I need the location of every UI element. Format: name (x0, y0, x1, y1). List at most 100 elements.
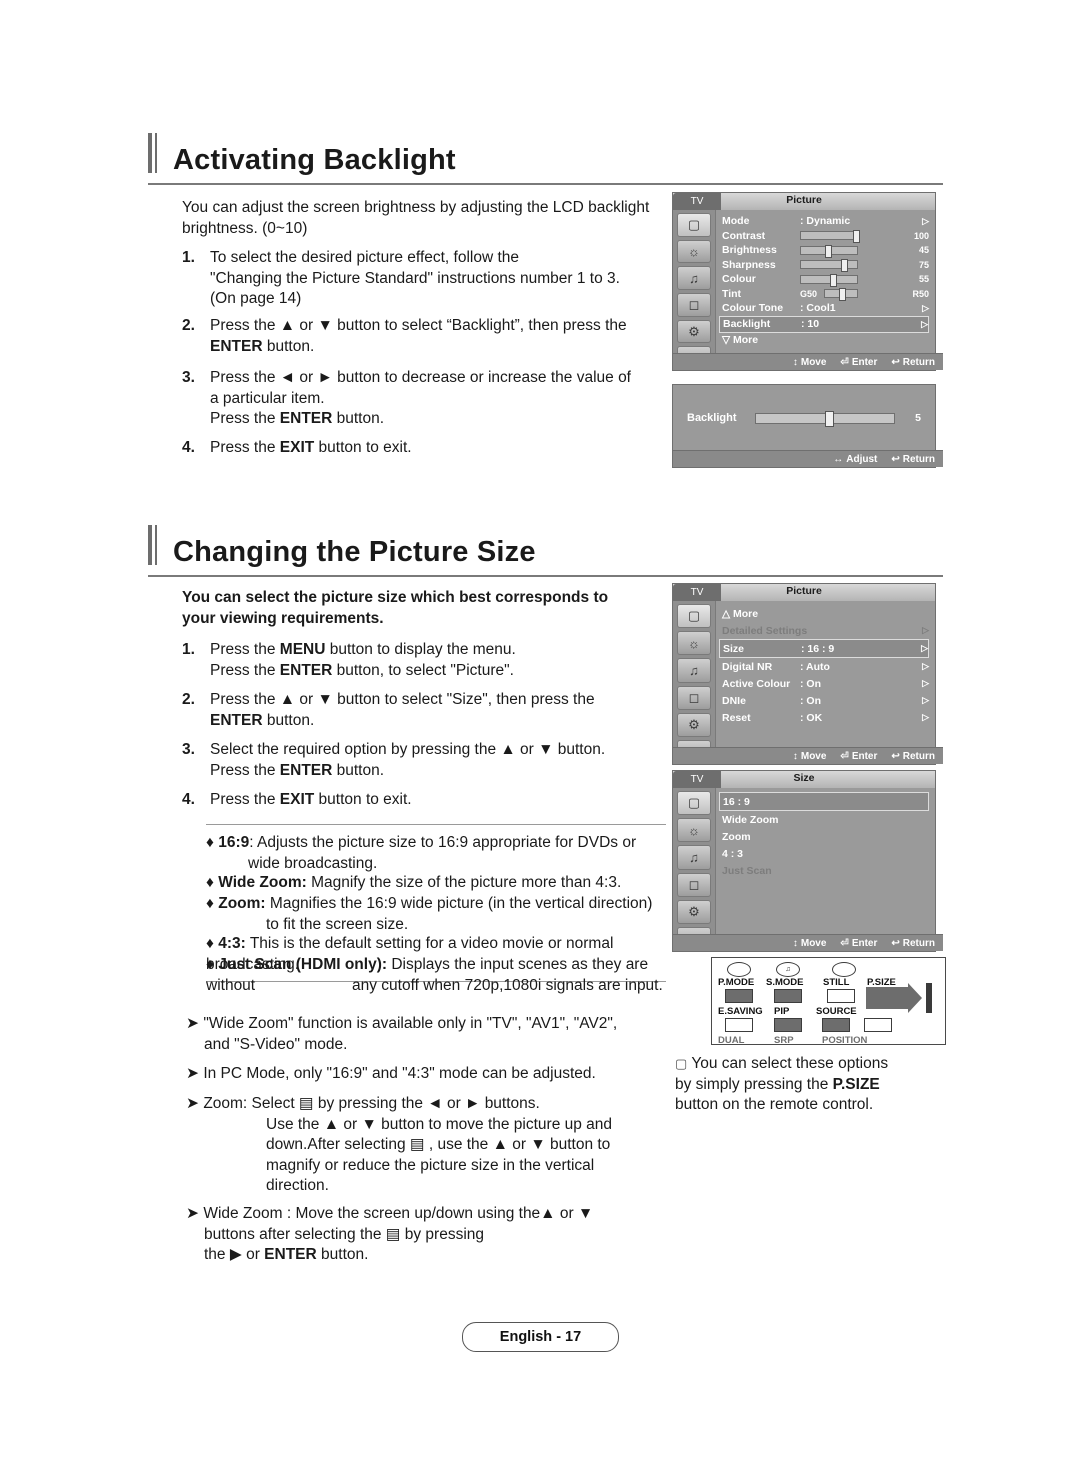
label-source: SOURCE (816, 1006, 857, 1017)
option-desc: Magnify the size of the picture more tha… (311, 874, 622, 891)
osd-foot-enter: ⏎ Enter (840, 938, 877, 949)
osd-row-bar[interactable] (800, 230, 860, 244)
setup-icon[interactable]: ⚙ (677, 319, 711, 344)
picture-icon[interactable]: ☼ (677, 631, 711, 656)
osd-foot-label: Move (800, 356, 827, 368)
osd-size-menu[interactable]: TV Size ▢ ☼ ♫ ◻ ⚙ ↹ 16 : 9 Wide Zoom Zoo (672, 770, 943, 952)
slider-track[interactable] (755, 410, 895, 427)
osd-size-option-16-9[interactable]: 16 : 9 (719, 792, 929, 811)
slider-thumb[interactable] (825, 410, 834, 427)
osd-row-reset[interactable]: Reset : OK ▷ (722, 709, 929, 726)
osd-row-label: Mode (722, 215, 750, 228)
note-pc-mode: ➤ In PC Mode, only "16:9" and "4:3" mode… (186, 1064, 666, 1085)
osd-row-bar[interactable] (800, 244, 858, 258)
osd-rows[interactable]: 16 : 9 Wide Zoom Zoom 4 : 3 Just Scan (716, 788, 935, 951)
osd-foot-enter: ⏎ Enter (840, 357, 877, 368)
osd-row-colour[interactable]: Colour 55 (722, 272, 929, 287)
osd-row-sharpness[interactable]: Sharpness 75 (722, 258, 929, 273)
osd-row-colour-tone[interactable]: Colour Tone : Cool1 ▷ (722, 301, 929, 316)
remote-top-button-2: ♫ (776, 962, 800, 977)
step-number: 1. (182, 249, 195, 266)
step-line: To select the desired picture effect, fo… (210, 249, 520, 266)
tv-icon[interactable]: ▢ (677, 791, 711, 816)
setup-icon[interactable]: ⚙ (677, 899, 711, 924)
osd-row-contrast[interactable]: Contrast 100 (722, 229, 929, 244)
remote-top-button-3 (832, 962, 856, 977)
osd-picture-menu-2[interactable]: TV Picture ▢ ☼ ♫ ◻ ⚙ ↹ △ More Detailed S… (672, 583, 943, 765)
tv-icon[interactable]: ▢ (677, 604, 711, 629)
key-source (822, 1018, 850, 1032)
osd-row-value: : On (800, 677, 821, 690)
osd-row-value: : OK (800, 711, 823, 724)
option-16-9-cont: wide broadcasting. (248, 855, 378, 872)
sound-icon[interactable]: ♫ (677, 266, 711, 291)
osd-row-dnie[interactable]: DNIe : On ▷ (722, 692, 929, 709)
osd-row-size[interactable]: Size : 16 : 9 ▷ (719, 639, 929, 658)
osd-row-value: : Auto (800, 660, 830, 673)
osd-backlight-slider[interactable]: Backlight 5 ↔ Adjust ↩ Return (672, 384, 943, 468)
heading-rule (148, 183, 943, 185)
osd-icon-rail[interactable]: ▢ ☼ ♫ ◻ ⚙ ↹ (673, 601, 716, 765)
adjust-icon: ↔ (833, 453, 844, 465)
osd-row-brightness[interactable]: Brightness 45 (722, 243, 929, 258)
channel-icon[interactable]: ◻ (677, 872, 711, 897)
channel-icon[interactable]: ◻ (677, 293, 711, 317)
step-line: (On page 14) (210, 290, 302, 307)
label-position: POSITION (822, 1035, 868, 1046)
arrow-bullet-icon: ➤ (186, 1205, 199, 1222)
osd-row-bar[interactable] (800, 259, 858, 273)
label-e-saving: E.SAVING (718, 1006, 763, 1017)
osd-row-label: Sharpness (722, 258, 776, 271)
osd-icon-rail[interactable]: ▢ ☼ ♫ ◻ ⚙ ↹ (673, 210, 716, 371)
enter-icon: ⏎ (840, 937, 849, 949)
option-term: 16:9 (218, 834, 250, 851)
note-icon: ▢ (675, 1056, 688, 1071)
option-term: 4:3: (218, 935, 246, 952)
intro-paragraph-2: You can select the picture size which be… (182, 588, 652, 629)
osd-size-option-4-3[interactable]: 4 : 3 (722, 845, 929, 862)
picture-icon[interactable]: ☼ (677, 239, 711, 264)
remote-note-line: You can select these options (691, 1055, 889, 1072)
osd-row-more[interactable]: △ More (722, 605, 929, 622)
osd-foot-label: Return (902, 356, 935, 368)
step-number: 2. (182, 691, 195, 708)
osd-size-option-wide-zoom[interactable]: Wide Zoom (722, 811, 929, 828)
heading-accent-bar (148, 133, 157, 173)
osd-body: ▢ ☼ ♫ ◻ ⚙ ↹ 16 : 9 Wide Zoom Zoom 4 : 3 (673, 788, 935, 952)
option-desc: Adjusts the picture size to 16:9 appropr… (257, 834, 637, 851)
osd-row-backlight[interactable]: Backlight : 10 ▷ (719, 315, 929, 333)
option-zoom: ♦ Zoom: Magnifies the 16:9 wide picture … (206, 894, 684, 915)
osd-picture-menu-1[interactable]: TV Picture ▢ ☼ ♫ ◻ ⚙ ↹ Mode : Dynamic ▷ … (672, 192, 943, 371)
remote-note: ▢ You can select these options by simply… (675, 1054, 945, 1116)
remote-control-diagram: ♫ P.MODE S.MODE STILL P.SIZE E.SAVING PI… (711, 957, 946, 1046)
osd-row-digital-nr[interactable]: Digital NR : Auto ▷ (722, 658, 929, 675)
osd-row-tint[interactable]: Tint G50 R50 (722, 287, 929, 302)
osd-row-bar[interactable] (824, 288, 858, 302)
osd-size-option-just-scan[interactable]: Just Scan (722, 862, 929, 879)
chevron-right-icon: ▷ (922, 302, 929, 313)
sound-icon[interactable]: ♫ (677, 658, 711, 683)
osd-row-more[interactable]: ▽ More (722, 333, 929, 348)
osd-rows[interactable]: △ More Detailed Settings ▷ Size : 16 : 9… (716, 601, 935, 764)
sound-icon[interactable]: ♫ (677, 845, 711, 870)
step-line: Press the ▲ or ▼ button to select "Size"… (210, 691, 595, 708)
osd-icon-rail[interactable]: ▢ ☼ ♫ ◻ ⚙ ↹ (673, 788, 716, 952)
picture-icon[interactable]: ☼ (677, 818, 711, 843)
enter-icon: ⏎ (840, 750, 849, 762)
osd-row-mode[interactable]: Mode : Dynamic ▷ (722, 214, 929, 229)
osd-row-bar[interactable] (800, 273, 858, 287)
section-title: Changing the Picture Size (173, 536, 536, 568)
step-text: Select the required option by pressing t… (210, 741, 606, 779)
osd-row-active-colour[interactable]: Active Colour : On ▷ (722, 675, 929, 692)
setup-icon[interactable]: ⚙ (677, 712, 711, 737)
remote-top-button-1 (727, 962, 751, 977)
osd-rows[interactable]: Mode : Dynamic ▷ Contrast 100 Brightness… (716, 210, 935, 370)
osd-size-option-zoom[interactable]: Zoom (722, 828, 929, 845)
osd-tint-red-label: R50 (912, 288, 929, 299)
channel-icon[interactable]: ◻ (677, 685, 711, 710)
tv-icon[interactable]: ▢ (677, 213, 711, 237)
option-zoom-cont: to fit the screen size. (266, 916, 409, 933)
section-heading-activating-backlight: Activating Backlight (148, 133, 456, 175)
osd-row-detailed-settings[interactable]: Detailed Settings ▷ (722, 622, 929, 639)
slider-row[interactable]: Backlight 5 (673, 385, 935, 451)
